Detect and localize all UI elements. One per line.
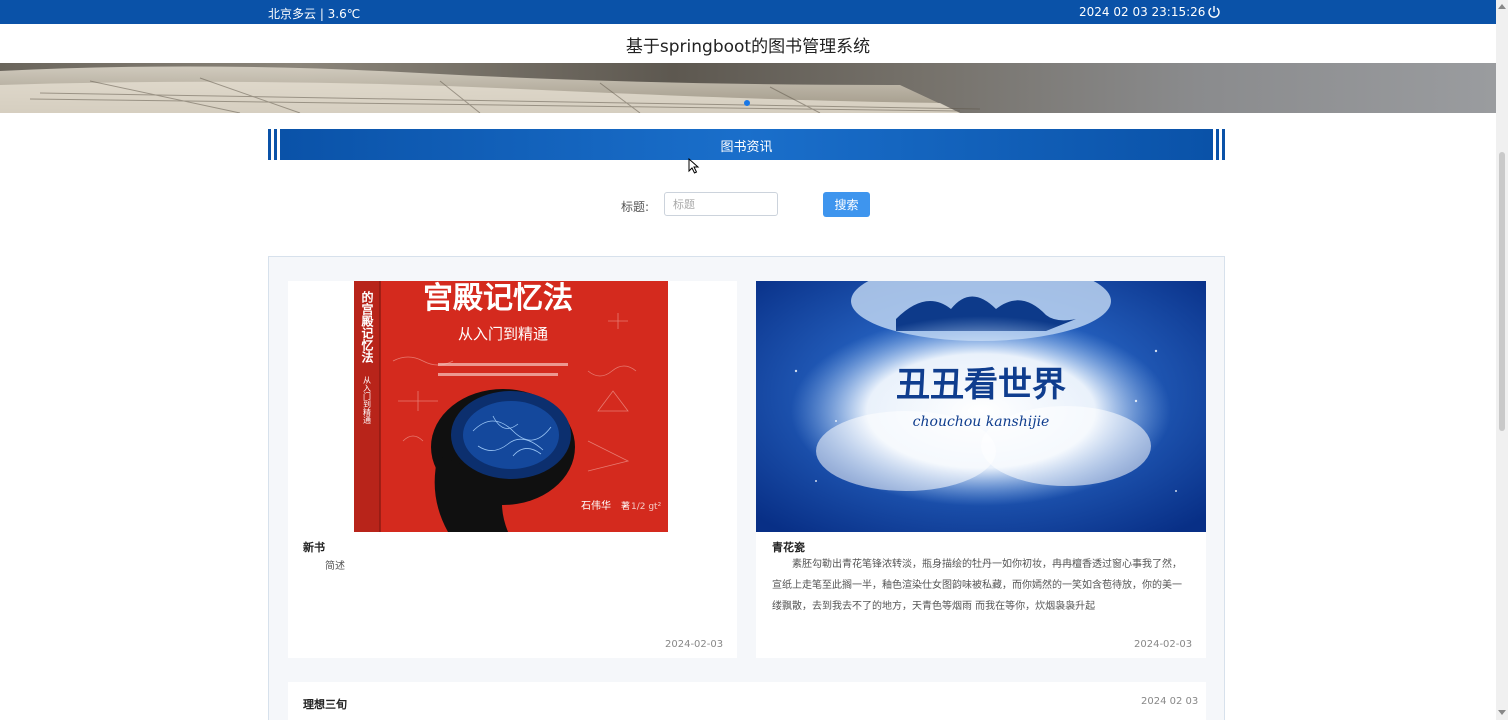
book-cover-image: 宫殿记忆法 从入门到精通 的宫殿记忆法 从入门到精通 石伟华 著 1/2 gt² <box>354 281 668 532</box>
news-thumbnail[interactable]: 丑丑看世界 chouchou kanshijie <box>756 281 1206 532</box>
news-card[interactable]: 宫殿记忆法 从入门到精通 的宫殿记忆法 从入门到精通 石伟华 著 1/2 gt²… <box>288 281 737 658</box>
news-description: 素胚勾勒出青花笔锋浓转淡，瓶身描绘的牡丹一如你初妆，冉冉檀香透过窗心事我了然，宣… <box>772 559 1182 612</box>
news-date: 2024-02-03 <box>665 639 724 650</box>
news-date: 2024 02 03 <box>1141 696 1199 707</box>
news-description: 简述 <box>325 561 345 572</box>
scrollbar-thumb[interactable] <box>1499 152 1505 431</box>
cover-spine-subtitle: 从入门到精通 <box>363 376 372 425</box>
site-header: 基于springboot的图书管理系统 <box>0 24 1496 63</box>
carousel-indicator[interactable] <box>744 100 750 106</box>
site-title: 基于springboot的图书管理系统 <box>625 37 871 57</box>
news-card[interactable]: 丑丑看世界 chouchou kanshijie 青花瓷 素胚勾勒出青花笔锋浓转… <box>756 281 1206 658</box>
cover-headline: 宫殿记忆法 <box>423 281 573 316</box>
section-title: 图书资讯 <box>720 140 773 155</box>
scroll-up-arrow[interactable] <box>1498 4 1506 9</box>
section-header: 图书资讯 <box>268 129 1225 160</box>
search-button[interactable]: 搜索 <box>823 192 870 217</box>
news-title[interactable]: 新书 <box>303 539 325 555</box>
news-list-panel: 宫殿记忆法 从入门到精通 的宫殿记忆法 从入门到精通 石伟华 著 1/2 gt²… <box>268 256 1225 720</box>
cover-subtitle: 从入门到精通 <box>458 325 548 343</box>
scroll-down-arrow[interactable] <box>1498 710 1506 715</box>
cover-spine-title: 的宫殿记忆法 <box>360 290 374 364</box>
book-cover-image: 丑丑看世界 chouchou kanshijie <box>756 281 1206 532</box>
search-label: 标题: <box>621 200 650 214</box>
cover-author-note: 著 <box>621 500 630 512</box>
datetime-text: 2024 02 03 23:15:26 <box>1079 5 1206 19</box>
news-title[interactable]: 青花瓷 <box>772 539 805 555</box>
news-thumbnail[interactable]: 宫殿记忆法 从入门到精通 的宫殿记忆法 从入门到精通 石伟华 著 1/2 gt² <box>288 281 737 532</box>
cover-author: 石伟华 <box>581 499 611 512</box>
cover-formula: 1/2 gt² <box>631 502 662 512</box>
news-card[interactable]: 理想三旬 2024 02 03 <box>288 682 1206 720</box>
cover-subtitle: chouchou kanshijie <box>913 414 1050 430</box>
top-status-bar: 北京多云 | 3.6℃ 2024 02 03 23:15:26 <box>0 0 1496 24</box>
news-date: 2024-02-03 <box>1134 639 1193 650</box>
news-title[interactable]: 理想三旬 <box>303 696 347 712</box>
weather-text: 北京多云 | 3.6℃ <box>268 7 361 21</box>
power-icon[interactable] <box>1206 4 1222 20</box>
cover-headline: 丑丑看世界 <box>896 365 1066 405</box>
search-input[interactable] <box>664 192 778 216</box>
mouse-cursor-icon <box>688 158 700 174</box>
